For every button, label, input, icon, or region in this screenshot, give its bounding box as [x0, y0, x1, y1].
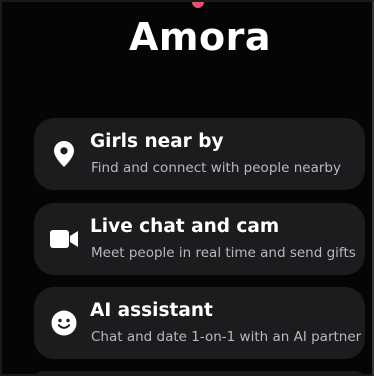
notification-dot [192, 2, 204, 8]
card-subtitle: Meet people in real time and send gifts [91, 245, 356, 261]
card-title: Live chat and cam [90, 216, 280, 237]
video-camera-icon [50, 225, 78, 253]
card-subtitle: Chat and date 1-on-1 with an AI partner [91, 329, 362, 345]
card-title: AI assistant [90, 300, 213, 321]
menu-card-partial[interactable] [34, 371, 365, 374]
menu-card-ai-assistant[interactable]: AI assistant Chat and date 1-on-1 with a… [34, 287, 365, 359]
menu-card-girls-nearby[interactable]: Girls near by Find and connect with peop… [34, 118, 365, 190]
location-pin-icon [50, 140, 78, 168]
menu-card-live-chat[interactable]: Live chat and cam Meet people in real ti… [34, 203, 365, 275]
app-screen: Amora Girls near by Find and connect wit… [0, 0, 374, 376]
app-title: Amora [129, 15, 271, 59]
smiley-face-icon [50, 309, 78, 337]
card-subtitle: Find and connect with people nearby [91, 160, 341, 176]
card-title: Girls near by [90, 131, 224, 152]
